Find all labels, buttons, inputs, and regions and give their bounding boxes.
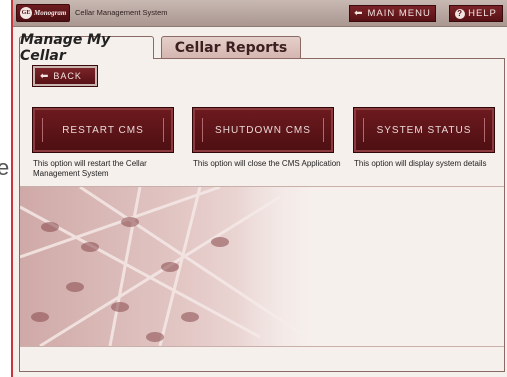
wine-rack-illustration <box>20 187 504 346</box>
restart-cms-button[interactable]: RESTART CMS <box>32 107 174 153</box>
back-arrow-icon: ⬅ <box>40 70 50 82</box>
shutdown-cms-description: This option will close the CMS Applicati… <box>193 159 341 168</box>
tab-manage-my-cellar[interactable]: Manage My Cellar <box>19 32 154 64</box>
help-icon: ? <box>455 8 466 19</box>
title-bar: GE Monogram Cellar Management System ⬅ M… <box>13 0 507 27</box>
main-menu-button[interactable]: ⬅ MAIN MENU <box>349 5 436 22</box>
system-status-button[interactable]: SYSTEM STATUS <box>353 107 495 153</box>
manage-cellar-panel: ⬅ BACK RESTART CMS SHUTDOWN CMS SYSTEM S… <box>19 58 505 372</box>
stray-text-fragment: e <box>0 155 10 180</box>
back-label: BACK <box>53 71 82 81</box>
ge-logo-icon: GE <box>20 7 32 19</box>
system-status-label: SYSTEM STATUS <box>376 124 472 136</box>
restart-cms-label: RESTART CMS <box>62 124 144 136</box>
back-arrow-icon: ⬅ <box>354 8 364 19</box>
shutdown-cms-label: SHUTDOWN CMS <box>215 124 311 136</box>
main-menu-label: MAIN MENU <box>367 8 431 19</box>
system-status-description: This option will display system details <box>354 159 487 168</box>
app-window: GE Monogram Cellar Management System ⬅ M… <box>11 0 507 377</box>
section-divider-bottom <box>20 346 504 347</box>
brand-logo-text: Monogram <box>34 9 67 17</box>
wine-rack-background-image <box>20 187 504 346</box>
help-label: HELP <box>468 8 497 19</box>
tab-cellar-reports[interactable]: Cellar Reports <box>161 36 301 58</box>
restart-cms-description: This option will restart the Cellar Mana… <box>33 159 147 178</box>
shutdown-cms-button[interactable]: SHUTDOWN CMS <box>192 107 334 153</box>
help-button[interactable]: ? HELP <box>449 5 503 22</box>
app-title: Cellar Management System <box>75 8 168 17</box>
back-button[interactable]: ⬅ BACK <box>32 65 98 87</box>
brand-logo: GE Monogram <box>16 4 70 22</box>
